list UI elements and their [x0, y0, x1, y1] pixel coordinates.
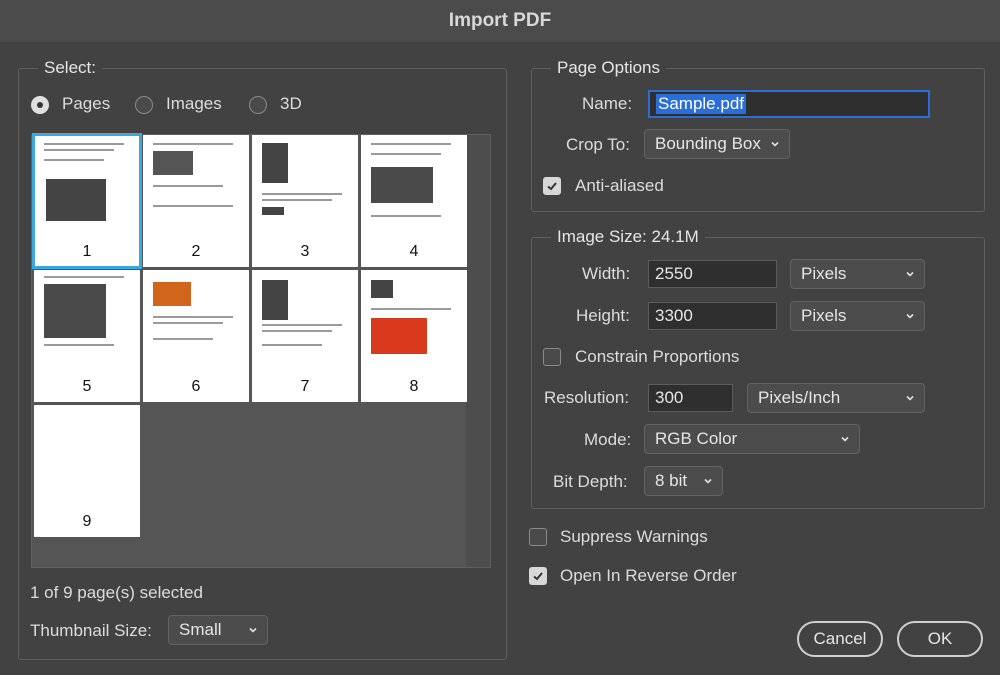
page-thumbnail-grid[interactable]: 1 2 3 4 5 6 7 8 9	[31, 133, 491, 568]
reverse-order-label[interactable]: Open In Reverse Order	[560, 566, 737, 586]
radio-3d-label[interactable]: 3D	[280, 94, 302, 114]
name-label: Name:	[582, 94, 633, 113]
page-thumbnail-1[interactable]: 1	[32, 133, 142, 269]
selection-status: 1 of 9 page(s) selected	[30, 583, 203, 602]
chevron-down-icon	[841, 436, 849, 442]
page-number: 4	[409, 243, 419, 260]
page-thumbnail-6[interactable]: 6	[143, 270, 249, 402]
page-number: 8	[409, 378, 419, 395]
crop-to-value: Bounding Box	[655, 134, 761, 153]
page-thumbnail-9[interactable]: 9	[34, 405, 140, 537]
chevron-down-icon	[771, 141, 779, 147]
width-unit-value: Pixels	[801, 264, 847, 283]
crop-to-dropdown[interactable]: Bounding Box	[644, 129, 790, 159]
window-title: Import PDF	[448, 10, 552, 31]
height-input[interactable]: 3300	[648, 302, 777, 330]
page-thumbnail-8[interactable]: 8	[361, 270, 467, 402]
page-number: 6	[191, 378, 201, 395]
mode-dropdown[interactable]: RGB Color	[644, 424, 860, 454]
suppress-warnings-checkbox[interactable]	[529, 528, 547, 546]
height-unit-dropdown[interactable]: Pixels	[790, 301, 925, 331]
chevron-down-icon	[249, 627, 257, 633]
resolution-unit-dropdown[interactable]: Pixels/Inch	[747, 383, 925, 413]
constrain-proportions-label[interactable]: Constrain Proportions	[575, 347, 739, 367]
suppress-warnings-label[interactable]: Suppress Warnings	[560, 527, 708, 547]
bit-depth-dropdown[interactable]: 8 bit	[644, 466, 723, 496]
thumbnail-size-value: Small	[179, 620, 222, 639]
image-size-label: Image Size: 24.1M	[551, 227, 705, 247]
reverse-order-checkbox[interactable]	[529, 567, 547, 585]
thumbnail-size-dropdown[interactable]: Small	[168, 615, 268, 645]
mode-value: RGB Color	[655, 429, 738, 448]
anti-aliased-checkbox[interactable]	[543, 177, 561, 195]
chevron-down-icon	[906, 313, 914, 319]
page-number: 2	[191, 243, 201, 260]
width-unit-dropdown[interactable]: Pixels	[790, 259, 925, 289]
name-value: Sample.pdf	[656, 94, 746, 114]
page-options-label: Page Options	[551, 58, 667, 78]
resolution-unit-value: Pixels/Inch	[758, 388, 841, 407]
page-thumbnail-7[interactable]: 7	[252, 270, 358, 402]
checkmark-icon	[547, 182, 557, 191]
page-number: 7	[300, 378, 310, 395]
bit-depth-value: 8 bit	[655, 471, 688, 490]
width-label: Width:	[582, 264, 631, 283]
radio-images[interactable]	[135, 96, 153, 114]
width-value: 2550	[655, 264, 693, 283]
page-number: 1	[82, 243, 92, 260]
height-label: Height:	[576, 306, 630, 325]
crop-to-label: Crop To:	[566, 135, 630, 154]
thumbnail-size-label: Thumbnail Size:	[30, 621, 152, 640]
anti-aliased-label[interactable]: Anti-aliased	[575, 176, 664, 196]
resolution-label: Resolution:	[544, 388, 630, 407]
radio-3d[interactable]	[249, 96, 267, 114]
select-group-label: Select:	[38, 58, 102, 78]
page-number: 5	[82, 378, 92, 395]
page-thumbnail-5[interactable]: 5	[34, 270, 140, 402]
page-thumbnail-3[interactable]: 3	[252, 135, 358, 267]
resolution-value: 300	[655, 388, 684, 407]
chevron-down-icon	[906, 271, 914, 277]
width-input[interactable]: 2550	[648, 260, 777, 288]
chevron-down-icon	[906, 395, 914, 401]
page-thumbnail-4[interactable]: 4	[361, 135, 467, 267]
page-number: 9	[82, 513, 92, 530]
height-value: 3300	[655, 306, 693, 325]
radio-pages[interactable]	[31, 96, 49, 114]
resolution-input[interactable]: 300	[648, 384, 733, 412]
cancel-button[interactable]: Cancel	[797, 621, 883, 657]
name-input[interactable]: Sample.pdf	[648, 90, 930, 118]
page-thumbnail-2[interactable]: 2	[143, 135, 249, 267]
height-unit-value: Pixels	[801, 306, 847, 325]
thumbnail-scrollbar[interactable]	[466, 135, 490, 567]
ok-button[interactable]: OK	[897, 621, 983, 657]
mode-label: Mode:	[584, 430, 632, 449]
constrain-proportions-checkbox[interactable]	[543, 348, 561, 366]
import-pdf-dialog: Select: Pages Images 3D 1 2 3 4 5 6 7 8 …	[0, 42, 1000, 675]
page-number: 3	[300, 243, 310, 260]
bit-depth-label: Bit Depth:	[553, 472, 628, 491]
radio-pages-label[interactable]: Pages	[62, 94, 110, 114]
radio-images-label[interactable]: Images	[166, 94, 222, 114]
title-bar: Import PDF	[0, 0, 1000, 43]
checkmark-icon	[533, 572, 543, 581]
chevron-down-icon	[704, 478, 712, 484]
